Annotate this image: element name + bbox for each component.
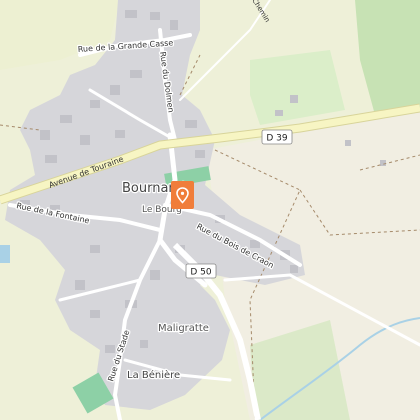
svg-text:D 50: D 50 [190,268,212,278]
road-shield-d50: D 50 [185,263,217,279]
road-shield-d39: D 39 [261,129,293,145]
place-label-maligratte: Maligratte [158,323,209,334]
marker-badge[interactable] [171,181,194,209]
map-canvas[interactable]: Rue de la Grande Casse Rue du Dolmen Ave… [0,0,420,420]
svg-text:D 39: D 39 [266,134,288,144]
pond [0,245,10,263]
place-label-la-beniere: La Bénière [127,369,180,381]
location-marker[interactable] [171,181,194,209]
